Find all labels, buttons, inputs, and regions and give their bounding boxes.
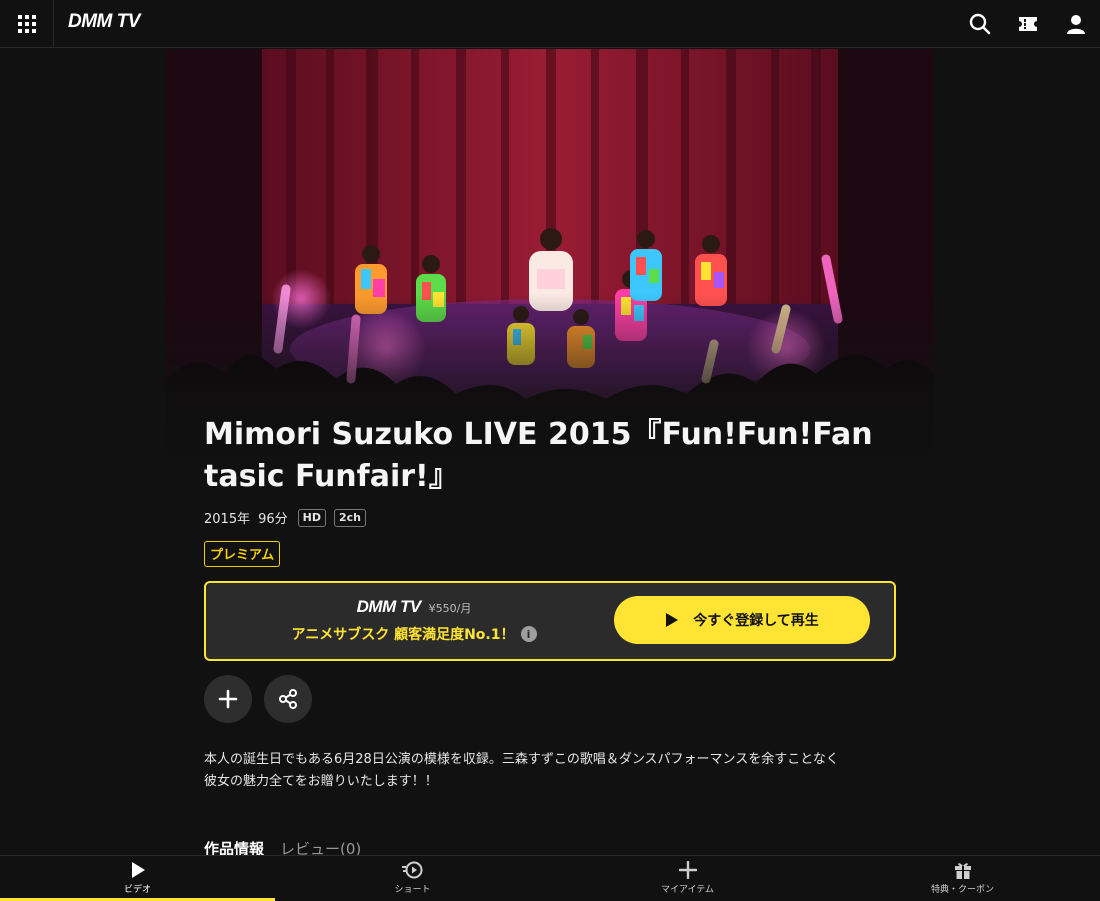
- nav-item-my-items[interactable]: マイアイテム: [550, 856, 825, 900]
- nav-item-short[interactable]: ショート: [275, 856, 550, 900]
- share-button[interactable]: [264, 675, 312, 723]
- duration: 96分: [258, 512, 288, 527]
- play-icon: [666, 613, 679, 627]
- plus-icon: [218, 689, 238, 709]
- short-icon: [401, 861, 422, 879]
- search-icon: [969, 13, 991, 35]
- subscription-price: ¥550/月: [428, 602, 472, 615]
- add-to-list-button[interactable]: [204, 675, 252, 723]
- plus-icon: [678, 861, 697, 879]
- nav-label-short: ショート: [394, 885, 431, 895]
- description-line-2: 彼女の魅力全てをお贈りいたします！！: [204, 774, 438, 789]
- user-icon: [1067, 15, 1085, 34]
- dmm-tv-logo[interactable]: DMM TV: [68, 11, 140, 33]
- register-and-play-button[interactable]: 今すぐ登録して再生: [614, 596, 870, 644]
- subscription-logo: DMM TV: [356, 597, 422, 616]
- nav-item-video[interactable]: ビデオ: [0, 856, 275, 901]
- grid-menu-icon: [17, 14, 36, 33]
- subscription-catchphrase: アニメサブスク 顧客満足度No.1！ i: [278, 624, 550, 644]
- info-icon[interactable]: i: [520, 626, 537, 642]
- page-title: Mimori Suzuko LIVE 2015『Fun!Fun!Fan tasi…: [204, 414, 896, 498]
- hero-image: [166, 49, 934, 464]
- description-line-1: 本人の誕生日でもある6月28日公演の模様を収録。三森すずこの歌唱＆ダンスパフォー…: [204, 752, 839, 767]
- main-content: Mimori Suzuko LIVE 2015『Fun!Fun!Fan tasi…: [204, 414, 896, 859]
- subscription-info: DMM TV ¥550/月 アニメサブスク 顧客満足度No.1！ i: [278, 597, 550, 644]
- hd-badge: HD: [297, 508, 326, 527]
- catchphrase-text: アニメサブスク 顧客満足度No.1！: [291, 627, 515, 643]
- title-line-2: tasic Funfair!』: [204, 459, 459, 494]
- action-buttons: [204, 675, 896, 723]
- bottom-nav: ビデオ ショート マイアイテム 特典・クーポン: [0, 855, 1100, 901]
- account-button[interactable]: [1052, 0, 1100, 48]
- register-and-play-label: 今すぐ登録して再生: [693, 613, 819, 629]
- release-year: 2015年: [204, 512, 251, 527]
- meta-row: 2015年 96分 HD 2ch: [204, 508, 896, 527]
- nav-label-benefits-coupons: 特典・クーポン: [930, 885, 994, 895]
- grid-menu-button[interactable]: [0, 0, 54, 47]
- top-bar: DMM TV: [0, 0, 1100, 48]
- nav-label-video: ビデオ: [123, 885, 151, 895]
- audio-badge: 2ch: [333, 508, 366, 527]
- gift-icon: [954, 863, 971, 879]
- nav-label-my-items: マイアイテム: [660, 885, 715, 895]
- play-icon: [131, 862, 145, 878]
- ticket-button[interactable]: [1004, 0, 1052, 48]
- title-line-1: Mimori Suzuko LIVE 2015『Fun!Fun!Fan: [204, 417, 873, 452]
- ticket-icon: [1019, 17, 1037, 31]
- subscription-panel: DMM TV ¥550/月 アニメサブスク 顧客満足度No.1！ i 今すぐ登録…: [204, 581, 896, 661]
- nav-item-benefits-coupons[interactable]: 特典・クーポン: [825, 856, 1100, 900]
- search-button[interactable]: [956, 0, 1004, 48]
- premium-badge: プレミアム: [204, 541, 281, 567]
- share-icon: [279, 689, 297, 709]
- description: 本人の誕生日でもある6月28日公演の模様を収録。三森すずこの歌唱＆ダンスパフォー…: [204, 749, 896, 793]
